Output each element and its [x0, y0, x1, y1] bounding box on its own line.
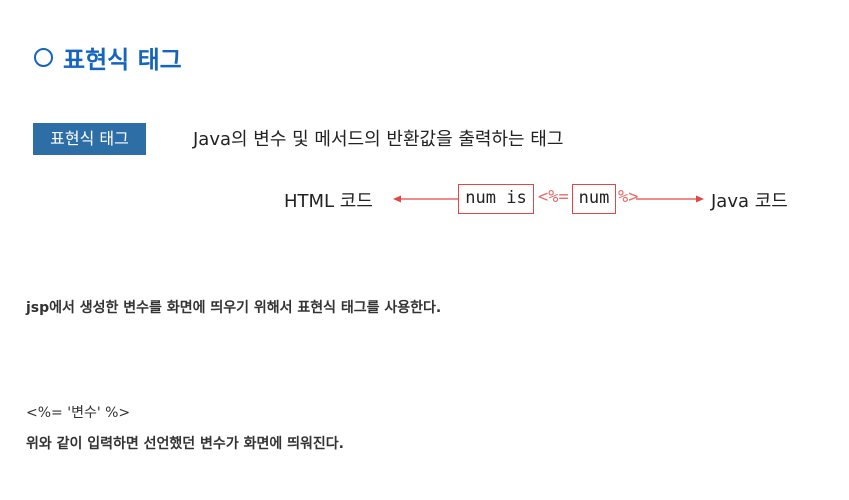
paragraph-result: 위와 같이 입력하면 선언했던 변수가 화면에 띄워진다.	[26, 436, 344, 452]
open-expression-tag: <%=	[538, 187, 569, 207]
code-example-line: <%= '변수' %>	[26, 405, 131, 421]
right-arrowhead	[696, 195, 704, 203]
num-box: num	[572, 184, 616, 214]
close-expression-tag: %>	[618, 187, 639, 207]
html-code-label: HTML 코드	[284, 191, 373, 212]
java-code-label: Java 코드	[711, 191, 788, 212]
left-arrowhead	[393, 195, 401, 203]
num-is-box: num is	[458, 184, 534, 214]
paragraph-usage: jsp에서 생성한 변수를 화면에 띄우기 위해서 표현식 태그를 사용한다.	[26, 300, 442, 316]
tag-label-box: 표현식 태그	[33, 123, 146, 155]
expression-tag-figure: 표현식 태그 Java의 변수 및 메서드의 반환값을 출력하는 태그 HTML…	[0, 0, 849, 240]
tag-description: Java의 변수 및 메서드의 반환값을 출력하는 태그	[193, 129, 564, 150]
conversion-diagram: HTML 코드 num is <%= num %> Java 코드	[280, 180, 820, 220]
